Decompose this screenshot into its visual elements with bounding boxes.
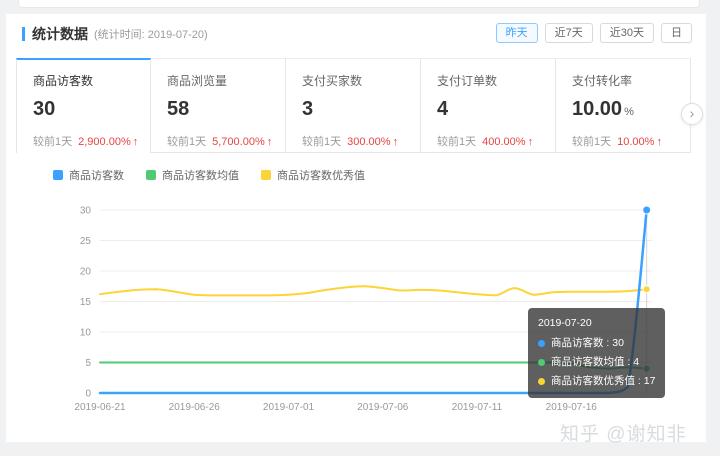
chart-tooltip: 2019-07-20 商品访客数 : 30商品访客数均值 : 4商品访客数优秀值… — [528, 308, 665, 398]
up-arrow-icon: ↑ — [656, 136, 662, 148]
legend-item-0[interactable]: 商品访客数 — [53, 167, 124, 183]
metric-value: 58 — [167, 98, 271, 121]
y-axis-tick: 25 — [80, 236, 92, 247]
x-axis-tick: 2019-06-26 — [169, 402, 221, 413]
title-accent-bar — [22, 27, 25, 41]
legend-label: 商品访客数 — [69, 167, 124, 183]
y-axis-tick: 5 — [85, 358, 91, 369]
series-endpoint-marker-2 — [643, 286, 650, 293]
y-axis-tick: 0 — [85, 389, 91, 400]
series-line-2 — [100, 286, 647, 295]
compare-label: 较前1天 — [33, 136, 72, 148]
series-endpoint-marker-0 — [643, 206, 651, 214]
tooltip-row-1: 商品访客数均值 : 4 — [538, 353, 655, 372]
x-axis-tick: 2019-06-21 — [74, 402, 126, 413]
up-arrow-icon: ↑ — [393, 136, 399, 148]
compare-label: 较前1天 — [302, 136, 341, 148]
metric-change-row: 较前1天 2,900.00%↑ — [33, 133, 136, 149]
statistics-panel: 统计数据 (统计时间: 2019-07-20) 昨天近7天近30天日 商品访客数… — [6, 14, 706, 442]
legend-label: 商品访客数优秀值 — [277, 167, 365, 183]
metric-label: 商品访客数 — [33, 72, 136, 89]
x-axis-tick: 2019-07-06 — [357, 402, 409, 413]
range-button-3[interactable]: 日 — [661, 23, 692, 43]
metric-tab-4[interactable]: 支付转化率10.00%较前1天10.00%↑ — [556, 58, 691, 153]
range-button-0[interactable]: 昨天 — [496, 23, 538, 43]
metric-tab-1[interactable]: 商品浏览量 58 较前1天 5,700.00%↑ — [151, 58, 286, 153]
tooltip-row-0: 商品访客数 : 30 — [538, 334, 655, 353]
previous-panel-edge — [18, 0, 700, 8]
panel-header: 统计数据 (统计时间: 2019-07-20) — [22, 24, 208, 44]
panel-subtitle: (统计时间: 2019-07-20) — [94, 26, 208, 42]
metric-change-row: 较前1天 400.00%↑ — [437, 133, 541, 149]
y-axis-tick: 20 — [80, 267, 92, 278]
metric-label: 支付订单数 — [437, 72, 541, 89]
series-dot-icon — [538, 340, 545, 347]
legend-label: 商品访客数均值 — [162, 167, 239, 183]
change-value: 5,700.00% — [212, 136, 265, 148]
metric-value: 30 — [33, 98, 136, 121]
metric-tab-3[interactable]: 支付订单数 4 较前1天 400.00%↑ — [421, 58, 556, 153]
range-buttons: 昨天近7天近30天日 — [489, 23, 692, 43]
chevron-right-icon: › — [690, 105, 695, 121]
carousel-next-button[interactable]: › — [681, 103, 703, 125]
up-arrow-icon: ↑ — [528, 136, 534, 148]
x-axis-tick: 2019-07-16 — [546, 402, 598, 413]
tooltip-row-text: 商品访客数均值 : 4 — [551, 353, 639, 372]
metric-tab-2[interactable]: 支付买家数 3 较前1天 300.00%↑ — [286, 58, 421, 153]
y-axis-tick: 30 — [80, 206, 92, 217]
legend-swatch — [53, 170, 63, 180]
up-arrow-icon: ↑ — [267, 136, 273, 148]
range-button-2[interactable]: 近30天 — [600, 23, 654, 43]
up-arrow-icon: ↑ — [133, 136, 139, 148]
legend-swatch — [146, 170, 156, 180]
metric-value: 3 — [302, 98, 406, 121]
metric-value: 4 — [437, 98, 541, 121]
compare-label: 较前1天 — [167, 136, 206, 148]
y-axis-tick: 15 — [80, 297, 92, 308]
legend-item-1[interactable]: 商品访客数均值 — [146, 167, 239, 183]
range-button-1[interactable]: 近7天 — [545, 23, 593, 43]
metric-change-row: 较前1天 300.00%↑ — [302, 133, 406, 149]
compare-label: 较前1天 — [437, 136, 476, 148]
x-axis-tick: 2019-07-01 — [263, 402, 315, 413]
metric-tabs: 商品访客数30较前1天2,900.00%↑商品浏览量58较前1天5,700.00… — [16, 58, 691, 153]
series-dot-icon — [538, 378, 545, 385]
legend-swatch — [261, 170, 271, 180]
chart-legend: 商品访客数 商品访客数均值 商品访客数优秀值 — [53, 167, 387, 183]
panel-title: 统计数据 — [32, 24, 88, 44]
page: { "header": { "title": "统计数据", "subtitle… — [0, 0, 720, 456]
metric-value: 10.00% — [572, 98, 676, 121]
metric-label: 支付买家数 — [302, 72, 406, 89]
tooltip-row-text: 商品访客数 : 30 — [551, 334, 624, 353]
metric-change-row: 较前1天 5,700.00%↑ — [167, 133, 271, 149]
change-value: 300.00% — [347, 136, 390, 148]
x-axis-tick: 2019-07-11 — [452, 402, 503, 413]
metric-change-row: 较前1天 10.00%↑ — [572, 133, 676, 149]
metric-unit: % — [624, 106, 634, 118]
series-dot-icon — [538, 359, 545, 366]
tooltip-date: 2019-07-20 — [538, 314, 655, 333]
metric-tab-0[interactable]: 商品访客数 30 较前1天 2,900.00%↑ — [16, 58, 151, 153]
tooltip-row-2: 商品访客数优秀值 : 17 — [538, 372, 655, 391]
change-value: 400.00% — [482, 136, 525, 148]
change-value: 10.00% — [617, 136, 654, 148]
metric-label: 商品浏览量 — [167, 72, 271, 89]
compare-label: 较前1天 — [572, 136, 611, 148]
metric-label: 支付转化率 — [572, 72, 676, 89]
tooltip-row-text: 商品访客数优秀值 : 17 — [551, 372, 655, 391]
change-value: 2,900.00% — [78, 136, 131, 148]
watermark: 知乎 @谢知非 — [560, 419, 687, 446]
tooltip-rows: 商品访客数 : 30商品访客数均值 : 4商品访客数优秀值 : 17 — [538, 334, 655, 391]
y-axis-tick: 10 — [80, 328, 92, 339]
legend-item-2[interactable]: 商品访客数优秀值 — [261, 167, 365, 183]
